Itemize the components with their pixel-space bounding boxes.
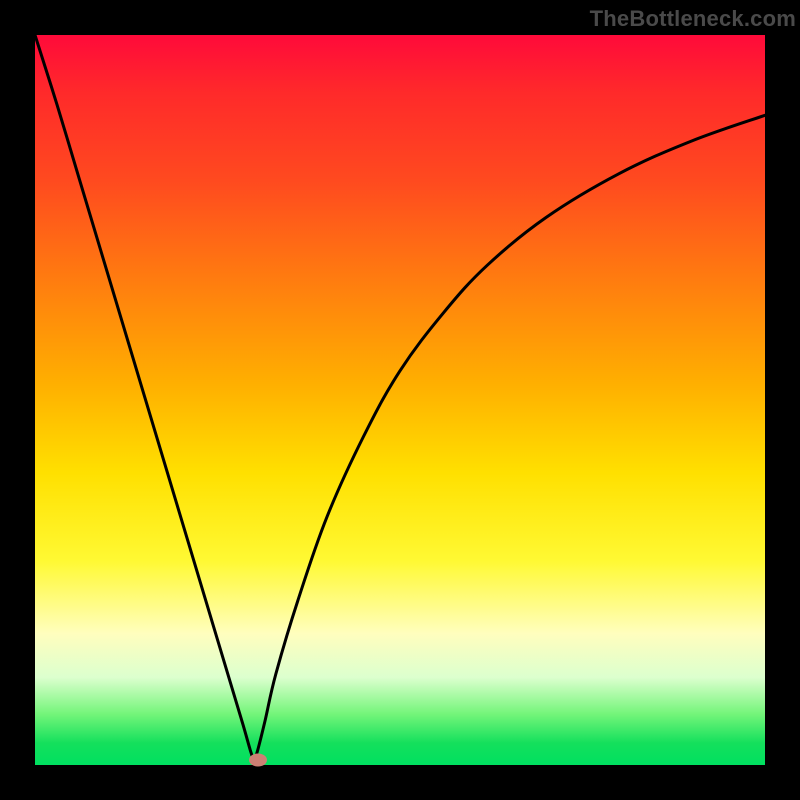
plot-area [35, 35, 765, 765]
minimum-marker [249, 753, 267, 766]
figure-root: TheBottleneck.com [0, 0, 800, 800]
bottleneck-curve [35, 35, 765, 765]
watermark-text: TheBottleneck.com [590, 6, 796, 32]
